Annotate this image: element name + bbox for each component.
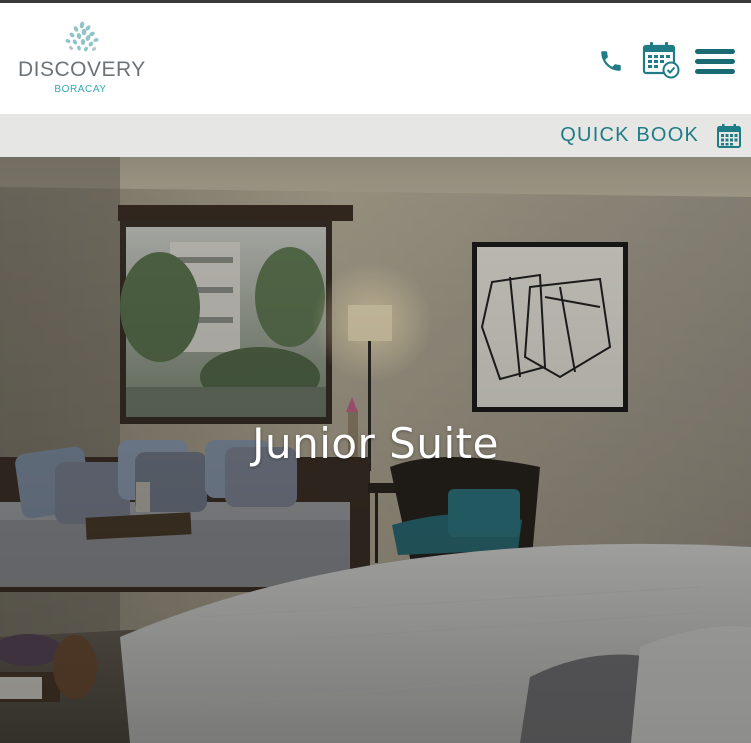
hero-title: Junior Suite xyxy=(252,419,499,468)
quick-book-label: QUICK BOOK xyxy=(560,124,699,146)
booking-calendar-icon[interactable] xyxy=(642,41,680,79)
menu-bar-bottom xyxy=(695,69,735,74)
brand-name: DISCOVERY xyxy=(18,58,146,81)
brand-location: BORACAY xyxy=(54,84,107,95)
calendar-icon xyxy=(717,123,741,148)
phone-icon[interactable] xyxy=(598,48,624,74)
menu-bar-top xyxy=(695,49,735,54)
menu-bar-middle xyxy=(695,59,735,64)
hero-room-photo: Junior Suite xyxy=(0,157,751,743)
quick-book-bar: QUICK BOOK xyxy=(0,114,751,157)
hamburger-menu-icon[interactable] xyxy=(695,47,735,77)
leaf-cluster-logo-icon xyxy=(65,21,99,52)
site-header: DISCOVERY BORACAY xyxy=(0,3,751,114)
quick-book-button[interactable]: QUICK BOOK xyxy=(560,114,741,157)
brand-logo[interactable]: DISCOVERY BORACAY xyxy=(18,21,148,101)
